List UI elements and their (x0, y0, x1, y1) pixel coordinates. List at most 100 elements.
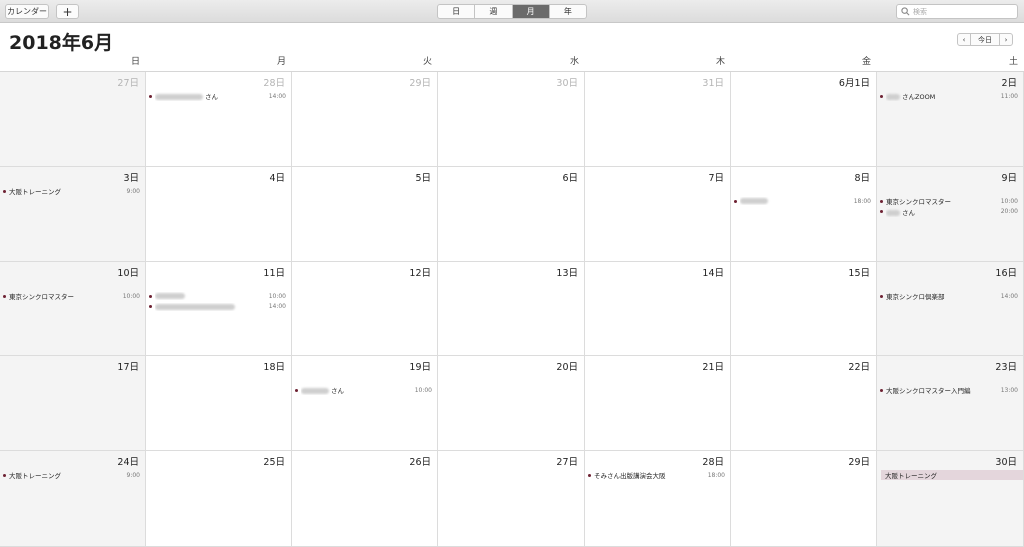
calendar-event[interactable]: 東京シンクロ倶楽部 14:00 (880, 291, 1018, 301)
view-switcher: 日 週 月 年 (437, 4, 587, 19)
view-day-tab[interactable]: 日 (438, 5, 476, 18)
search-input[interactable] (913, 7, 1013, 16)
day-cell[interactable]: 21日 (585, 356, 731, 451)
calendar-event[interactable]: 東京シンクロマスター 10:00 (3, 291, 140, 301)
day-number: 28日 (263, 78, 285, 89)
event-dot-icon (880, 94, 883, 98)
day-cell[interactable]: 14日 (585, 262, 731, 356)
day-cell[interactable]: 8日 18:00 (731, 167, 877, 262)
day-cell[interactable]: 29日 (731, 451, 877, 547)
day-cell[interactable]: 31日 (585, 72, 731, 167)
day-number: 8日 (854, 173, 870, 184)
event-dot-icon (880, 199, 883, 203)
today-button[interactable]: 今日 (970, 34, 1000, 45)
day-cell[interactable]: 7日 (585, 167, 731, 262)
event-dot-icon (734, 199, 737, 203)
day-cell[interactable]: 3日 大阪トレーニング 9:00 (0, 167, 146, 262)
day-number: 24日 (117, 457, 139, 468)
event-title-text: さん (331, 387, 344, 395)
day-cell[interactable]: 12日 (292, 262, 438, 356)
event-title: 東京シンクロマスター (9, 291, 119, 301)
event-title (155, 292, 265, 300)
redacted-text (886, 94, 900, 100)
calendar-event[interactable]: さんZOOM 11:00 (880, 91, 1018, 101)
view-week-tab[interactable]: 週 (475, 5, 513, 18)
day-cell[interactable]: 10日 東京シンクロマスター 10:00 (0, 262, 146, 356)
event-title: 大阪シンクロマスター入門編 (886, 385, 997, 395)
search-field[interactable] (896, 4, 1018, 19)
calendar-event[interactable]: 10:00 (149, 291, 286, 301)
day-cell[interactable]: 17日 (0, 356, 146, 451)
calendars-button[interactable]: カレンダー (5, 4, 49, 19)
next-month-button[interactable]: › (1000, 34, 1012, 45)
day-cell[interactable]: 22日 (731, 356, 877, 451)
add-event-button[interactable]: + (56, 4, 79, 19)
day-cell[interactable]: 19日さん 10:00 (292, 356, 438, 451)
calendar-event[interactable]: さん 10:00 (295, 385, 432, 395)
prev-month-button[interactable]: ‹ (958, 34, 970, 45)
calendar-event[interactable]: さん 20:00 (880, 207, 1018, 217)
day-cell[interactable]: 20日 (438, 356, 585, 451)
day-cell[interactable]: 27日 (438, 451, 585, 547)
event-title: 東京シンクロマスター (886, 196, 997, 206)
weekday-wed: 水 (569, 57, 579, 67)
day-cell[interactable]: 2日 さんZOOM 11:00 (877, 72, 1024, 167)
calendar-event[interactable]: 18:00 (734, 196, 871, 206)
day-number: 11日 (263, 268, 285, 279)
redacted-text (155, 94, 203, 100)
day-cell[interactable]: 16日東京シンクロ倶楽部 14:00 (877, 262, 1024, 356)
event-title: 大阪トレーニング (9, 470, 123, 480)
calendar-event[interactable]: 東京シンクロマスター 10:00 (880, 196, 1018, 206)
day-cell[interactable]: 18日 (146, 356, 292, 451)
day-cell[interactable]: 30日 (438, 72, 585, 167)
day-cell[interactable]: 5日 (292, 167, 438, 262)
calendar-event[interactable]: さん 14:00 (149, 91, 286, 101)
day-cell[interactable]: 6月1日 (731, 72, 877, 167)
view-year-tab[interactable]: 年 (550, 5, 586, 18)
event-title: さんZOOM (886, 91, 997, 101)
calendar-event[interactable]: 14:00 (149, 302, 286, 312)
weekday-fri: 金 (861, 57, 871, 67)
event-title-text: 東京シンクロマスター (886, 198, 951, 206)
day-cell[interactable]: 13日 (438, 262, 585, 356)
day-number: 19日 (409, 362, 431, 373)
day-number: 16日 (995, 268, 1017, 279)
day-cell[interactable]: 26日 (292, 451, 438, 547)
day-cell[interactable]: 6日 (438, 167, 585, 262)
event-time: 10:00 (414, 386, 432, 394)
toolbar: カレンダー + 日 週 月 年 (0, 0, 1024, 23)
day-cell[interactable]: 28日さん 14:00 (146, 72, 292, 167)
day-number: 7日 (708, 173, 724, 184)
event-title (155, 303, 265, 311)
day-cell[interactable]: 11日 10:00 14:00 (146, 262, 292, 356)
day-number: 27日 (556, 457, 578, 468)
calendar-event[interactable]: 大阪トレーニング 9:00 (3, 470, 140, 480)
event-title: そみさん出版講演会大阪 (594, 470, 704, 480)
day-cell[interactable]: 15日 (731, 262, 877, 356)
calendar-event[interactable]: そみさん出版講演会大阪 18:00 (588, 470, 725, 480)
weekday-sat: 土 (1008, 57, 1018, 67)
day-cell[interactable]: 30日 大阪トレーニング (877, 451, 1024, 547)
allday-event[interactable]: 大阪トレーニング (881, 470, 1023, 480)
calendar-event[interactable]: 大阪トレーニング 9:00 (3, 186, 140, 196)
calendar-event[interactable]: 大阪シンクロマスター入門編 13:00 (880, 385, 1018, 395)
event-time: 10:00 (1000, 197, 1018, 205)
day-cell[interactable]: 24日大阪トレーニング 9:00 (0, 451, 146, 547)
event-title-text: 大阪トレーニング (9, 472, 61, 480)
day-number: 6日 (562, 173, 578, 184)
event-title: さん (155, 91, 265, 101)
view-month-tab[interactable]: 月 (512, 5, 550, 18)
day-cell[interactable]: 23日 大阪シンクロマスター入門編 13:00 (877, 356, 1024, 451)
day-cell[interactable]: 28日 そみさん出版講演会大阪 18:00 (585, 451, 731, 547)
search-icon (901, 7, 910, 16)
day-cell[interactable]: 29日 (292, 72, 438, 167)
day-number: 6月1日 (838, 78, 870, 89)
day-cell[interactable]: 4日 (146, 167, 292, 262)
day-cell[interactable]: 9日 東京シンクロマスター 10:00 さん 20:00 (877, 167, 1024, 262)
event-title: 大阪トレーニング (9, 186, 123, 196)
redacted-text (301, 388, 329, 394)
event-title: 東京シンクロ倶楽部 (886, 291, 997, 301)
day-cell[interactable]: 27日 (0, 72, 146, 167)
event-title-text: 大阪トレーニング (9, 188, 61, 196)
day-cell[interactable]: 25日 (146, 451, 292, 547)
